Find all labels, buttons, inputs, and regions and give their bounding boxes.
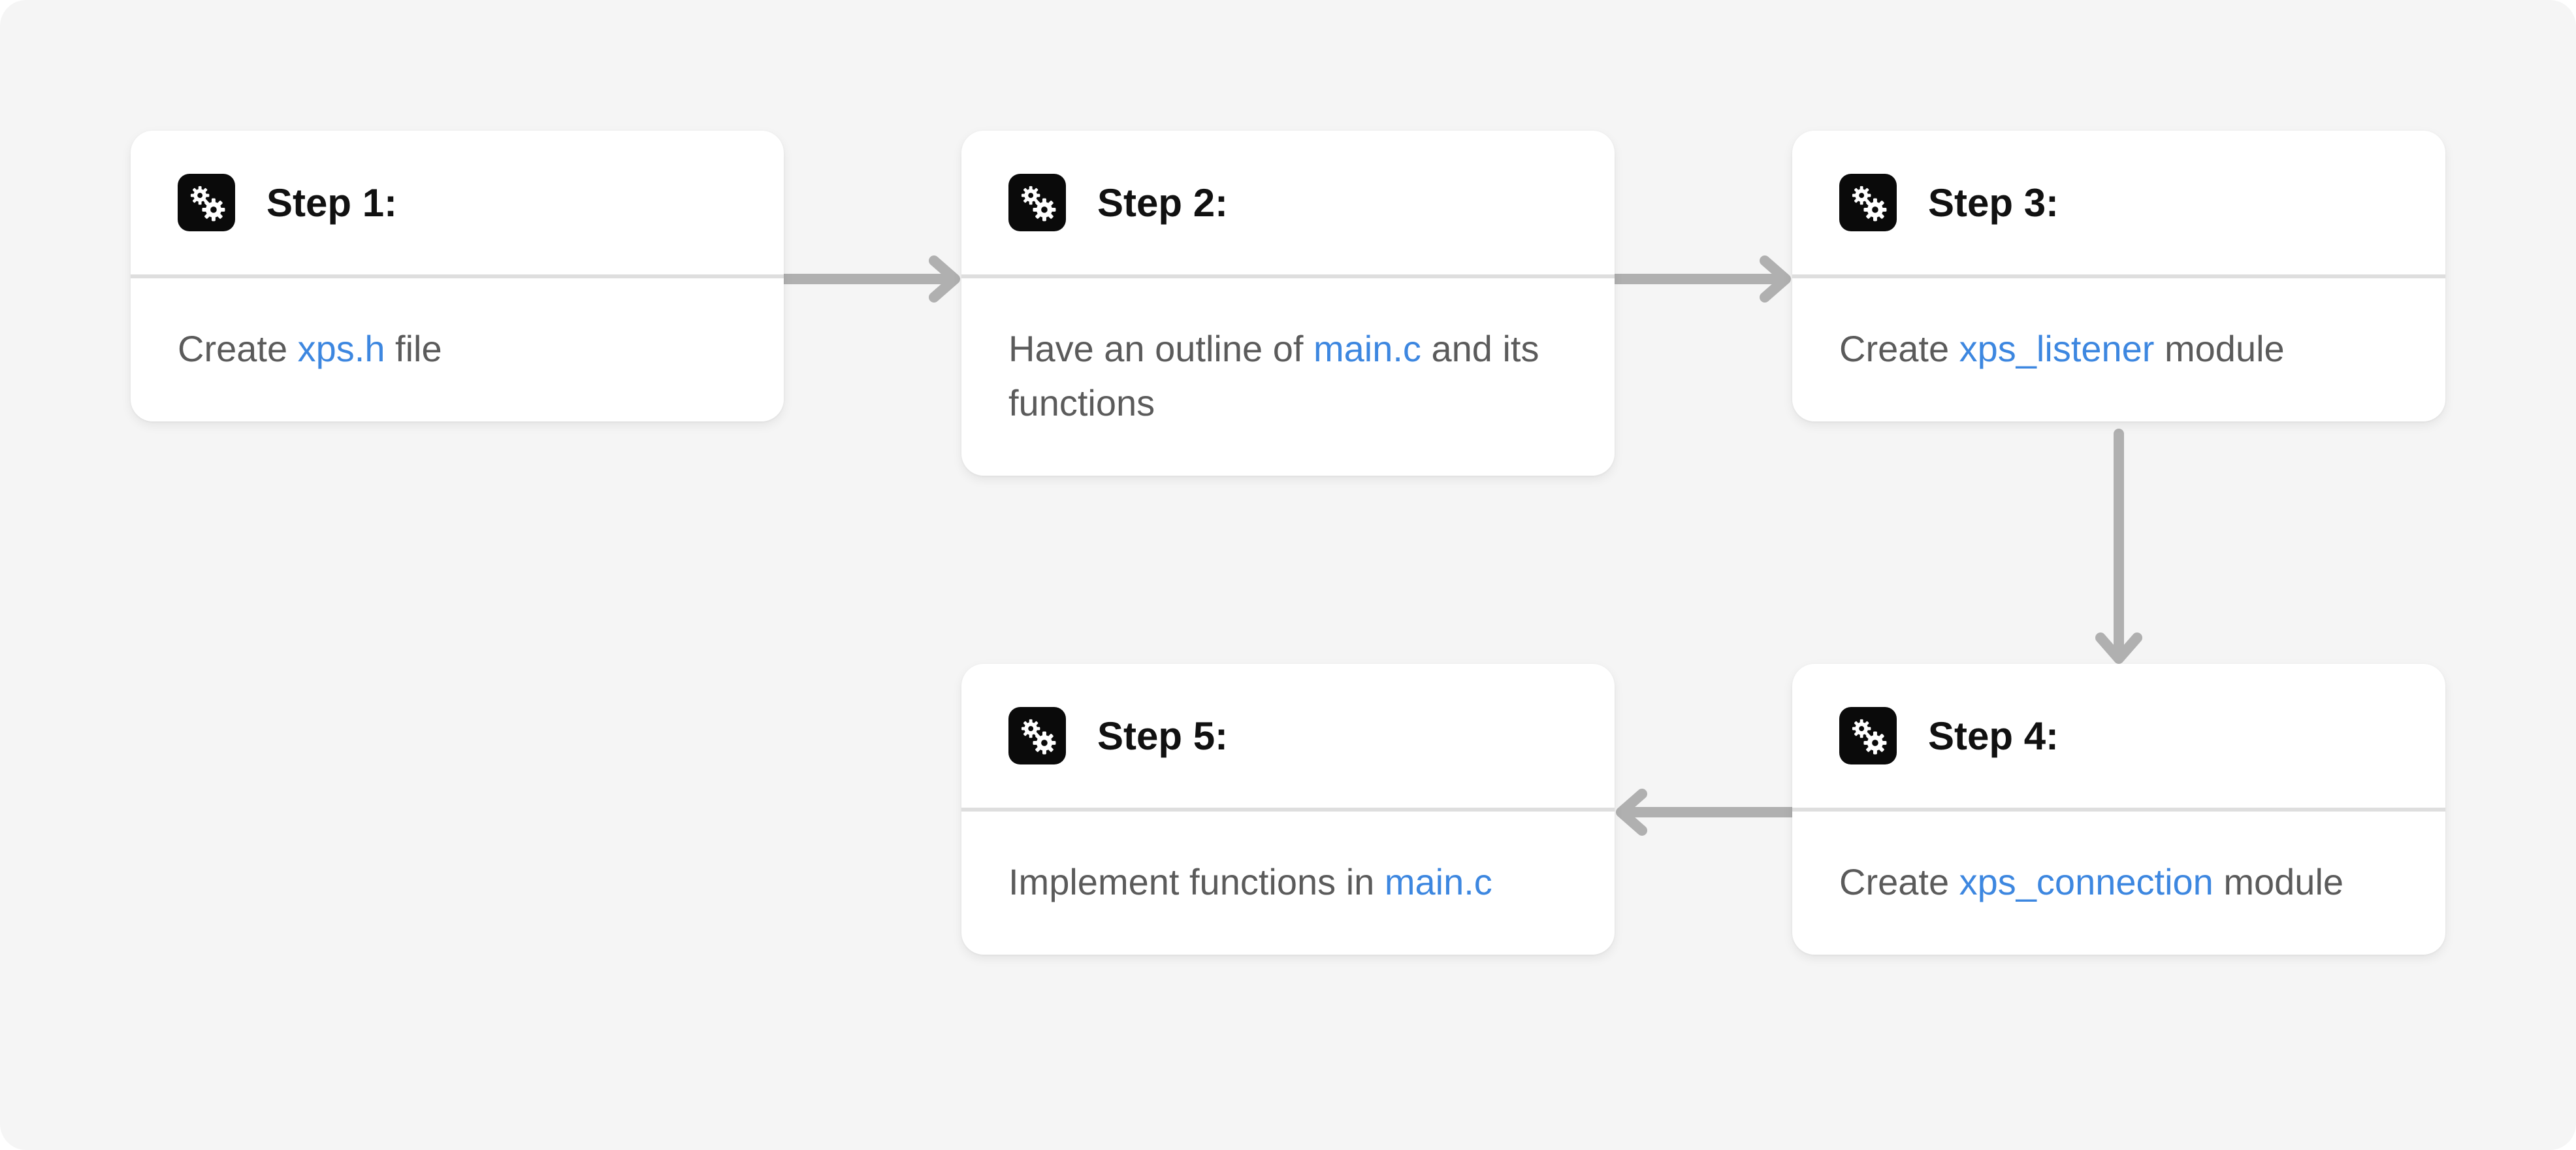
- step-card-1: Step 1: Create xps.h file: [131, 131, 784, 421]
- connector-step4-step5: [1616, 789, 1797, 836]
- code-reference: xps_connection: [1959, 861, 2214, 902]
- step-card-5: Step 5: Implement functions in main.c: [961, 664, 1615, 955]
- step-card-header: Step 3:: [1792, 131, 2445, 278]
- flow-diagram: Step 1: Create xps.h file Step 2: Have a…: [0, 0, 2576, 1150]
- step-description: Create xps_listener module: [1792, 278, 2445, 421]
- description-text: module: [2213, 861, 2344, 902]
- connector-step3-step4: [2095, 429, 2142, 664]
- step-title: Step 5:: [1097, 714, 1229, 758]
- step-title: Step 4:: [1928, 714, 2059, 758]
- step-description: Have an outline of main.c and its functi…: [961, 278, 1615, 476]
- gears-icon: [178, 174, 235, 231]
- description-text: Have an outline of: [1008, 328, 1313, 369]
- connector-step2-step3: [1609, 255, 1791, 303]
- step-card-header: Step 2:: [961, 131, 1615, 278]
- gears-icon: [1839, 174, 1897, 231]
- step-card-header: Step 5:: [961, 664, 1615, 812]
- description-text: Create: [1839, 328, 1959, 369]
- step-card-4: Step 4: Create xps_connection module: [1792, 664, 2445, 955]
- code-reference: main.c: [1313, 328, 1421, 369]
- description-text: file: [385, 328, 442, 369]
- gears-icon: [1839, 707, 1897, 764]
- description-text: module: [2154, 328, 2285, 369]
- connector-step1-step2: [779, 255, 960, 303]
- code-reference: xps_listener: [1959, 328, 2155, 369]
- description-text: Create: [1839, 861, 1959, 902]
- description-text: Implement functions in: [1008, 861, 1385, 902]
- step-title: Step 1:: [266, 180, 398, 225]
- step-card-3: Step 3: Create xps_listener module: [1792, 131, 2445, 421]
- step-card-header: Step 4:: [1792, 664, 2445, 812]
- step-title: Step 3:: [1928, 180, 2059, 225]
- description-text: Create: [178, 328, 298, 369]
- step-card-2: Step 2: Have an outline of main.c and it…: [961, 131, 1615, 476]
- gears-icon: [1008, 174, 1066, 231]
- gears-icon: [1008, 707, 1066, 764]
- step-description: Create xps_connection module: [1792, 812, 2445, 955]
- step-card-header: Step 1:: [131, 131, 784, 278]
- step-title: Step 2:: [1097, 180, 1229, 225]
- code-reference: xps.h: [297, 328, 385, 369]
- step-description: Create xps.h file: [131, 278, 784, 421]
- step-description: Implement functions in main.c: [961, 812, 1615, 955]
- code-reference: main.c: [1384, 861, 1492, 902]
